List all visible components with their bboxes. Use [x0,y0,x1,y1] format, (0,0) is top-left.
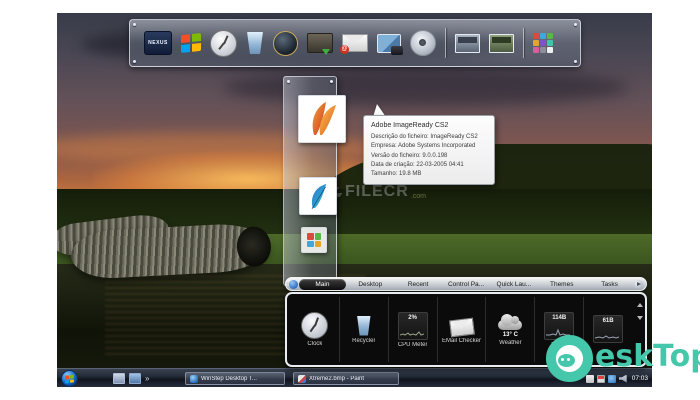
taskbar-button-paint[interactable]: Xtreme2.bmp - Paint [293,372,399,385]
widget-weather[interactable]: 13° C Weather [486,297,535,362]
filecr-watermark: FILECR .com [329,183,426,201]
analog-clock-icon [301,312,328,339]
tab-desktop[interactable]: Desktop [347,279,394,290]
recycle-bin-icon [356,316,372,336]
scroll-down-icon[interactable] [637,316,643,320]
winstep-icon [190,375,198,383]
tooltip-line: Empresa: Adobe Systems Incorporated [371,142,487,151]
widget-cpu-meter[interactable]: 2% CPU Meter [389,297,438,362]
tooltip-line: Data de criação: 22-03-2005 04:41 [371,161,487,170]
clock-dock-icon[interactable] [210,30,237,57]
tooltip-line: Descrição do ficheiro: ImageReady CS2 [371,133,487,142]
tab-control-panel[interactable]: Control Pa... [443,279,490,290]
app-tooltip: Adobe ImageReady CS2 Descrição do fichei… [363,103,495,185]
filecr-tld: .com [411,193,426,200]
imageready-icon[interactable] [298,95,346,143]
photos-dock-icon[interactable] [377,34,401,53]
disc-clock-dock-icon[interactable] [410,30,436,56]
task-button-label: WinStep Desktop T... [201,376,257,382]
folder-dock-icon[interactable] [307,33,333,53]
screenshot-canvas: NEXUS @ [0,0,700,400]
shelf-scroll-left-button[interactable] [289,280,298,289]
screw-icon [330,80,333,83]
shelf-scroll-right-button[interactable] [634,280,643,289]
widget-email-checker[interactable]: EMail Checker [438,297,487,362]
tab-recent[interactable]: Recent [395,279,442,290]
paint-icon [298,375,306,383]
net-in-value: 114B [545,315,573,321]
tab-quick-launch[interactable]: Quick Lau... [490,279,537,290]
mail-dock-icon[interactable]: @ [342,34,368,52]
tab-themes[interactable]: Themes [538,279,585,290]
screw-icon [287,80,290,83]
windows-dock-icon[interactable] [181,33,201,53]
feather-blue-icon [303,181,333,211]
widget-label: Clock [307,341,322,347]
task-button-label: Xtreme2.bmp - Paint [309,376,364,382]
quick-launch-icon[interactable] [113,373,125,384]
desktop-watermark-text: eskTop [595,342,700,372]
widget-label: Weather [499,340,522,346]
app-grid-dock-icon[interactable] [533,33,553,53]
desktop-wallpaper: NEXUS @ [57,13,652,387]
cpu-value: 2% [399,315,427,321]
cpu-graph-icon: 2% [398,312,428,340]
screw-icon [133,23,136,26]
desktop-logo-inner [558,354,575,367]
window-thumbnail-icon[interactable] [455,34,480,53]
top-dock: NEXUS @ [129,19,581,67]
mini-grid-icon [307,233,321,247]
tab-tasks[interactable]: Tasks [586,279,633,290]
small-app-icon[interactable] [301,227,327,253]
side-dock [283,76,337,286]
nexus-label: NEXUS [148,40,168,46]
screw-icon [574,60,577,63]
tooltip-line: Versão do ficheiro: 9.0.0.198 [371,152,487,161]
dock-separator [523,28,524,58]
recycle-bin-dock-icon[interactable] [246,32,264,54]
windows-logo-icon [65,374,74,383]
widget-clock[interactable]: Clock [291,297,340,362]
world-clock-dock-icon[interactable] [273,31,298,56]
scroll-up-icon[interactable] [637,303,643,307]
tab-main[interactable]: Main [299,279,346,290]
widget-label: Recycler [352,338,375,344]
widget-label: CPU Meter [398,342,428,348]
tooltip-body: Adobe ImageReady CS2 Descrição do fichei… [363,115,495,185]
feather-red-icon [302,99,342,139]
desktop-watermark: eskTop [546,335,700,382]
weather-temperature: 13° C [503,332,518,338]
quick-launch: » [113,373,149,384]
shelf-tab-bar: Main Desktop Recent Control Pa... Quick … [285,277,647,291]
quick-launch-overflow-icon[interactable]: » [145,374,149,383]
taskbar-button-winstep[interactable]: WinStep Desktop T... [185,372,285,385]
desktop-logo-icon [546,335,593,382]
nexus-dock-icon[interactable]: NEXUS [144,31,172,55]
filecr-text: FILECR [345,183,409,201]
tooltip-line: Tamanho: 19.8 MB [371,170,487,179]
screw-icon [574,23,577,26]
window-thumbnail-icon[interactable] [489,34,514,53]
mail-badge: @ [340,45,349,54]
widget-label: EMail Checker [442,338,481,344]
dock-separator [445,28,446,58]
photoshop-icon[interactable] [299,177,337,215]
quick-launch-icon[interactable] [129,373,141,384]
net-out-value: 61B [594,318,622,324]
widget-recycler[interactable]: Recycler [340,297,389,362]
screw-icon [133,60,136,63]
shelf-scroll-arrows [637,303,643,320]
cloud-icon [498,320,522,330]
start-button[interactable] [61,370,78,387]
tooltip-title: Adobe ImageReady CS2 [371,122,487,129]
envelope-icon [449,317,475,337]
